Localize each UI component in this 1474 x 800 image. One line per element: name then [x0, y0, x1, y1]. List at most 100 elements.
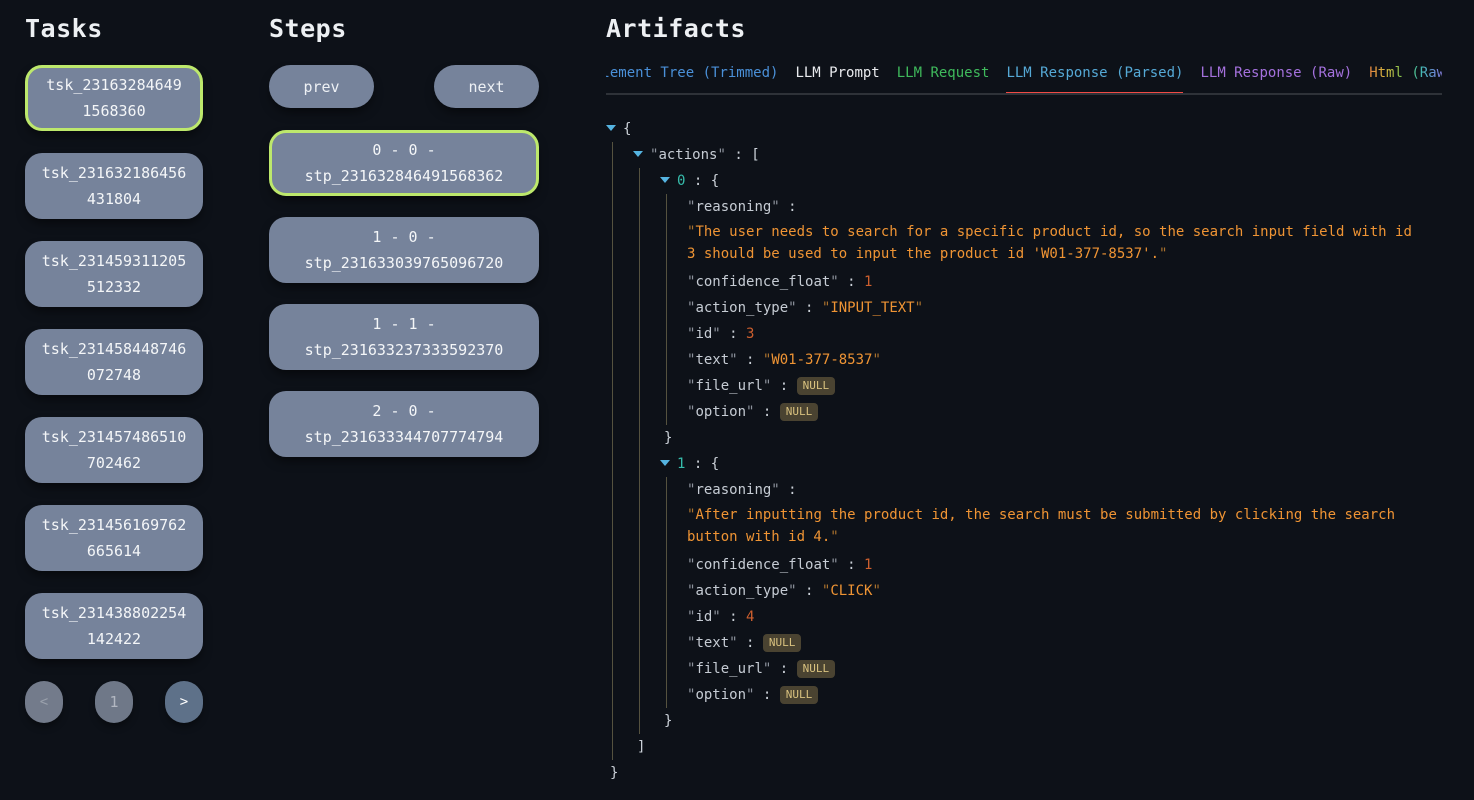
json-leaf-row: "file_url" : NULL: [687, 656, 1416, 682]
json-close-bracket: }: [664, 713, 672, 729]
json-key: text: [695, 352, 729, 368]
tab-html-raw[interactable]: Html (Raw): [1369, 65, 1442, 95]
json-key: action_type: [695, 583, 788, 599]
json-key-quote: ": [712, 326, 720, 342]
collapse-triangle-icon[interactable]: [606, 118, 623, 140]
json-key: file_url: [695, 661, 762, 677]
json-colon: :: [839, 274, 864, 290]
json-node-row[interactable]: 0 : {: [660, 168, 1416, 194]
json-open-bracket: {: [711, 456, 719, 472]
json-number-value: 3: [746, 326, 754, 342]
task-button[interactable]: tsk_231459311205512332: [25, 241, 203, 307]
json-colon: :: [771, 661, 796, 677]
json-string-value: After inputting the product id, the sear…: [687, 507, 1395, 545]
null-badge: NULL: [797, 660, 836, 678]
task-button[interactable]: tsk_231632846491568360: [25, 65, 203, 131]
json-string-quote: ": [872, 583, 880, 599]
json-key: actions: [658, 147, 717, 163]
json-colon: :: [685, 456, 710, 472]
collapse-triangle-icon[interactable]: [633, 144, 650, 166]
json-string-value: W01-377-8537: [771, 352, 872, 368]
task-button[interactable]: tsk_231457486510702462: [25, 417, 203, 483]
json-close-row: }: [660, 708, 1416, 734]
json-string-quote: ": [1159, 246, 1167, 262]
null-badge: NULL: [797, 377, 836, 395]
json-node-row[interactable]: {: [606, 116, 1416, 142]
json-colon: :: [726, 147, 751, 163]
json-tree-node: "actions" : [0 : {"reasoning" : "The use…: [633, 142, 1416, 760]
steps-next-button[interactable]: next: [434, 65, 539, 108]
json-children: " reasoning " : "The user needs to search …: [666, 194, 1416, 425]
json-number-value: 1: [864, 274, 872, 290]
json-leaf-row: "action_type" : "INPUT_TEXT": [687, 295, 1416, 321]
json-leaf-row: "confidence_float" : 1: [687, 552, 1416, 578]
json-key-quote: ": [788, 300, 796, 316]
task-button[interactable]: tsk_231632186456431804: [25, 153, 203, 219]
json-leaf-row: "text" : NULL: [687, 630, 1416, 656]
json-close-bracket: }: [664, 430, 672, 446]
tab-llm-response-parsed[interactable]: LLM Response (Parsed): [1006, 65, 1183, 95]
json-key-quote: ": [830, 274, 838, 290]
json-children: "reasoning" : "After inputting the produ…: [666, 477, 1416, 708]
step-button[interactable]: 1 - 1 - stp_231633237333592370: [269, 304, 539, 370]
tab-llm-prompt[interactable]: LLM Prompt: [795, 65, 879, 95]
json-key-quote: ": [729, 352, 737, 368]
json-leaf-row: "file_url" : NULL: [687, 373, 1416, 399]
json-leaf-row: "reasoning" :: [687, 477, 1416, 503]
json-key: file_url: [695, 378, 762, 394]
pagination-next-button[interactable]: >: [165, 681, 203, 723]
json-leaf-row: "action_type" : "CLICK": [687, 578, 1416, 604]
json-leaf-row: "id" : 4: [687, 604, 1416, 630]
json-key: text: [695, 635, 729, 651]
collapse-triangle-icon[interactable]: [660, 170, 677, 192]
json-string-value: CLICK: [830, 583, 872, 599]
json-string-quote: ": [830, 529, 838, 545]
json-key: reasoning: [695, 199, 771, 215]
json-key-quote: ": [717, 147, 725, 163]
json-colon: :: [780, 199, 797, 215]
json-node-row[interactable]: "actions" : [: [633, 142, 1416, 168]
task-button[interactable]: tsk_231458448746072748: [25, 329, 203, 395]
json-key: id: [695, 326, 712, 342]
json-node-row[interactable]: 1 : {: [660, 451, 1416, 477]
step-button[interactable]: 2 - 0 - stp_231633344707774794: [269, 391, 539, 457]
json-leaf-row: "option" : NULL: [687, 399, 1416, 425]
artifacts-column: Artifacts Element Tree (Trimmed) LLM Prom…: [606, 12, 1442, 800]
pagination-prev-button[interactable]: <: [25, 681, 63, 723]
json-colon: :: [738, 635, 763, 651]
step-button[interactable]: 1 - 0 - stp_231633039765096720: [269, 217, 539, 283]
step-button[interactable]: 0 - 0 - stp_231632846491568362: [269, 130, 539, 196]
json-leaf-row: "option" : NULL: [687, 682, 1416, 708]
tab-element-tree-trimmed[interactable]: Element Tree (Trimmed): [606, 65, 778, 95]
json-leaf-row: "confidence_float" : 1: [687, 269, 1416, 295]
artifacts-title: Artifacts: [606, 14, 1442, 44]
steps-title: Steps: [269, 14, 539, 44]
task-list: tsk_231632846491568360 tsk_23163218645643…: [25, 65, 203, 659]
json-key: option: [695, 404, 746, 420]
json-string-quote: ": [872, 352, 880, 368]
json-string-value: INPUT_TEXT: [830, 300, 914, 316]
json-key: action_type: [695, 300, 788, 316]
json-colon: :: [839, 557, 864, 573]
json-open-bracket: [: [751, 147, 759, 163]
json-string-block: "The user needs to search for a specific…: [687, 220, 1416, 269]
task-button[interactable]: tsk_231456169762665614: [25, 505, 203, 571]
json-string-block: "After inputting the product id, the sea…: [687, 503, 1416, 552]
tab-llm-response-raw[interactable]: LLM Response (Raw): [1200, 65, 1352, 95]
json-open-bracket: {: [711, 173, 719, 189]
tasks-pagination: < 1 >: [25, 681, 203, 723]
tasks-column: Tasks tsk_231632846491568360 tsk_23163218…: [25, 12, 203, 800]
pagination-page-button[interactable]: 1: [95, 681, 133, 723]
json-tree-node: {"actions" : [0 : {"reasoning" : "The us…: [606, 116, 1416, 786]
json-key-quote: ": [771, 482, 779, 498]
json-close-row: }: [606, 760, 1416, 786]
json-close-bracket: ]: [637, 739, 645, 755]
null-badge: NULL: [780, 686, 819, 704]
steps-prev-button[interactable]: prev: [269, 65, 374, 108]
tab-llm-request[interactable]: LLM Request: [897, 65, 990, 95]
collapse-triangle-icon[interactable]: [660, 453, 677, 475]
json-colon: :: [738, 352, 763, 368]
json-colon: :: [685, 173, 710, 189]
task-button[interactable]: tsk_231438802254142422: [25, 593, 203, 659]
tasks-title: Tasks: [25, 14, 203, 44]
